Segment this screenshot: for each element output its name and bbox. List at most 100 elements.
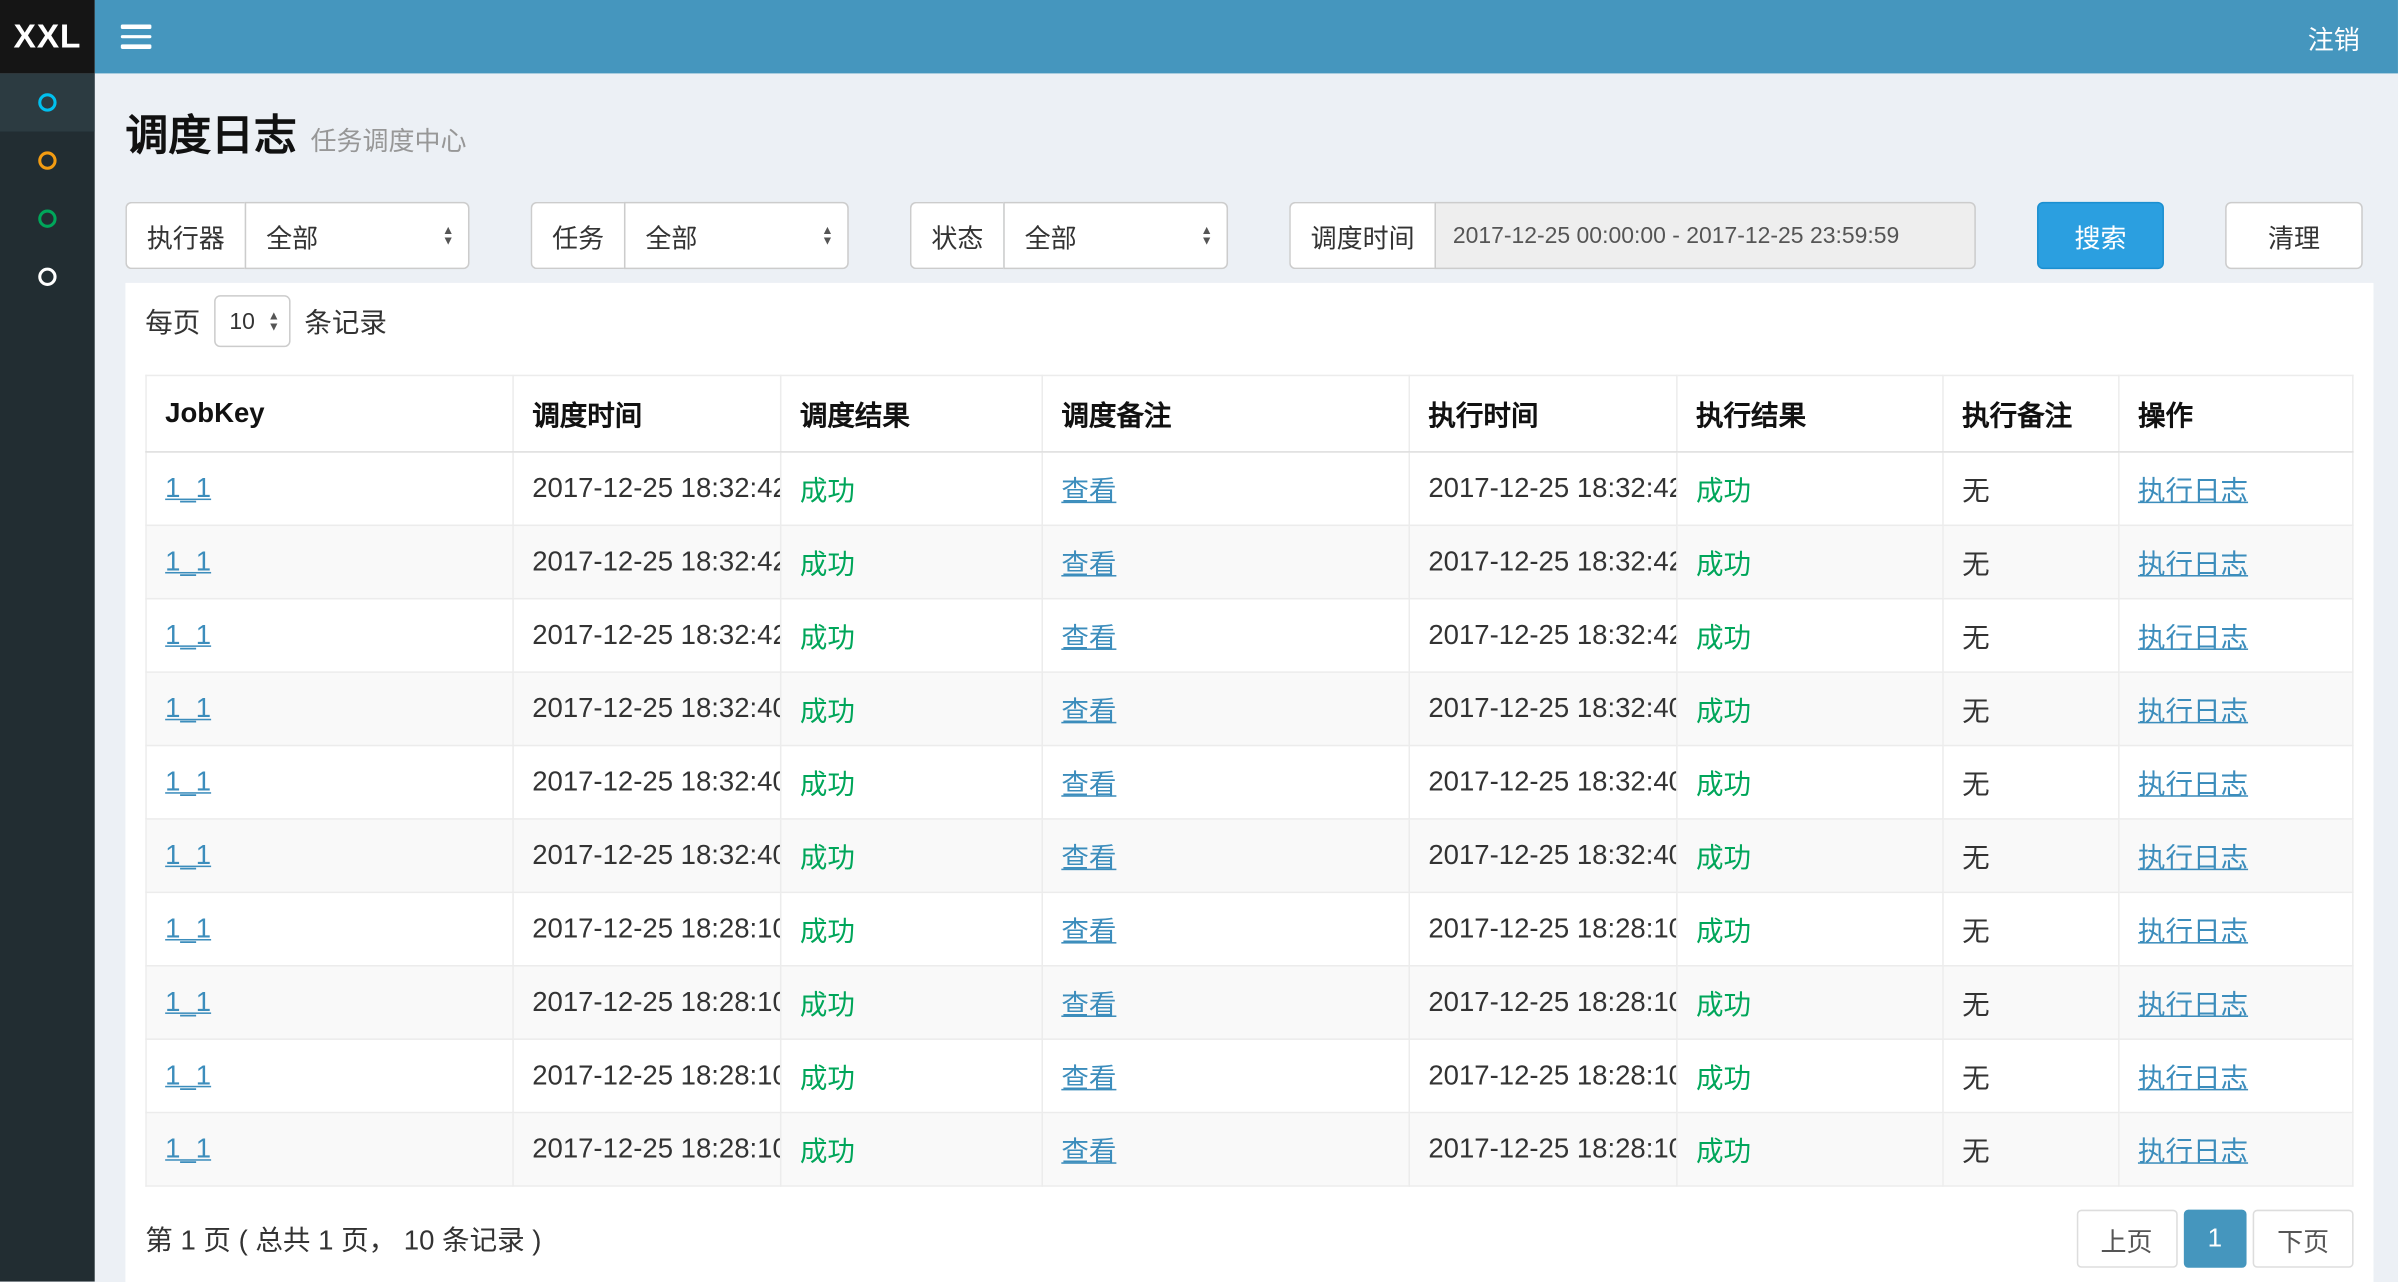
jobkey-link[interactable]: 1_1	[165, 693, 211, 724]
table-row: 1_1 2017-12-25 18:32:40 成功 查看 2017-12-25…	[146, 672, 2353, 745]
trigger-msg-link[interactable]: 查看	[1061, 842, 1116, 873]
trigger-msg-link[interactable]: 查看	[1061, 989, 1116, 1020]
sidebar-item-2[interactable]	[0, 132, 95, 190]
column-header[interactable]: 调度备注	[1042, 375, 1409, 451]
trigger-msg-link[interactable]: 查看	[1061, 768, 1116, 799]
jobkey-link[interactable]: 1_1	[165, 473, 211, 504]
prev-page-button[interactable]: 上页	[2076, 1210, 2177, 1268]
page-size-row: 每页 10 ▲▼ 条记录	[145, 295, 2353, 347]
trigger-msg-link[interactable]: 查看	[1061, 622, 1116, 653]
trigger-msg-link[interactable]: 查看	[1061, 695, 1116, 726]
trigger-msg-cell: 查看	[1042, 452, 1409, 525]
sidebar-item-1[interactable]	[0, 73, 95, 131]
handle-result-cell: 成功	[1677, 819, 1943, 892]
log-table-box: 每页 10 ▲▼ 条记录 JobKey调度时间调度结果调度备注执行时间执行结果执…	[125, 283, 2373, 1282]
jobkey-cell: 1_1	[146, 452, 513, 525]
jobkey-link[interactable]: 1_1	[165, 766, 211, 797]
handle-time-cell: 2017-12-25 18:32:40	[1409, 819, 1677, 892]
job-select[interactable]: 全部 ▲▼	[624, 202, 849, 269]
table-row: 1_1 2017-12-25 18:32:42 成功 查看 2017-12-25…	[146, 599, 2353, 672]
column-header[interactable]: 调度结果	[781, 375, 1043, 451]
handle-msg-cell: 无	[1943, 599, 2119, 672]
jobkey-link[interactable]: 1_1	[165, 546, 211, 577]
action-cell: 执行日志	[2119, 819, 2353, 892]
exec-log-link[interactable]: 执行日志	[2138, 548, 2248, 579]
pagination: 上页 1 下页	[2076, 1210, 2354, 1268]
trigger-time-cell: 2017-12-25 18:32:40	[513, 672, 781, 745]
jobkey-link[interactable]: 1_1	[165, 840, 211, 871]
trigger-time-cell: 2017-12-25 18:32:40	[513, 746, 781, 819]
handle-msg-cell: 无	[1943, 1113, 2119, 1186]
trigger-msg-link[interactable]: 查看	[1061, 475, 1116, 506]
handle-msg-cell: 无	[1943, 966, 2119, 1039]
exec-log-link[interactable]: 执行日志	[2138, 1136, 2248, 1167]
handle-result-cell: 成功	[1677, 672, 1943, 745]
handle-time-cell: 2017-12-25 18:32:42	[1409, 599, 1677, 672]
jobkey-link[interactable]: 1_1	[165, 1060, 211, 1091]
trigger-msg-cell: 查看	[1042, 746, 1409, 819]
trigger-time-cell: 2017-12-25 18:28:10	[513, 1039, 781, 1112]
jobkey-link[interactable]: 1_1	[165, 619, 211, 650]
handle-result-cell: 成功	[1677, 746, 1943, 819]
executor-select[interactable]: 全部 ▲▼	[245, 202, 470, 269]
trigger-msg-link[interactable]: 查看	[1061, 915, 1116, 946]
sidebar-item-3[interactable]	[0, 190, 95, 248]
action-cell: 执行日志	[2119, 746, 2353, 819]
status-select-value: 全部	[1025, 216, 1077, 254]
exec-log-link[interactable]: 执行日志	[2138, 989, 2248, 1020]
page-1-button[interactable]: 1	[2183, 1210, 2246, 1268]
column-header[interactable]: 操作	[2119, 375, 2353, 451]
page-size-value: 10	[229, 308, 255, 334]
handle-time-cell: 2017-12-25 18:32:42	[1409, 452, 1677, 525]
trigger-msg-cell: 查看	[1042, 525, 1409, 598]
jobkey-link[interactable]: 1_1	[165, 1133, 211, 1164]
table-row: 1_1 2017-12-25 18:32:40 成功 查看 2017-12-25…	[146, 746, 2353, 819]
app-logo[interactable]: XXL	[0, 0, 95, 73]
log-table-head: JobKey调度时间调度结果调度备注执行时间执行结果执行备注操作	[146, 375, 2353, 451]
table-row: 1_1 2017-12-25 18:28:10 成功 查看 2017-12-25…	[146, 1113, 2353, 1186]
trigger-result-cell: 成功	[781, 746, 1043, 819]
status-select[interactable]: 全部 ▲▼	[1003, 202, 1228, 269]
column-header[interactable]: JobKey	[146, 375, 513, 451]
clear-button[interactable]: 清理	[2225, 202, 2363, 269]
trigger-time-range-input[interactable]: 2017-12-25 00:00:00 - 2017-12-25 23:59:5…	[1434, 202, 1975, 269]
top-navbar: XXL 注销	[0, 0, 2398, 73]
exec-log-link[interactable]: 执行日志	[2138, 622, 2248, 653]
exec-log-link[interactable]: 执行日志	[2138, 768, 2248, 799]
table-row: 1_1 2017-12-25 18:32:42 成功 查看 2017-12-25…	[146, 452, 2353, 525]
trigger-msg-link[interactable]: 查看	[1061, 548, 1116, 579]
jobkey-cell: 1_1	[146, 1039, 513, 1112]
exec-log-link[interactable]: 执行日志	[2138, 1062, 2248, 1093]
navbar: 注销	[95, 0, 2398, 73]
jobkey-cell: 1_1	[146, 892, 513, 965]
jobkey-link[interactable]: 1_1	[165, 986, 211, 1017]
trigger-msg-link[interactable]: 查看	[1061, 1062, 1116, 1093]
exec-log-link[interactable]: 执行日志	[2138, 475, 2248, 506]
action-cell: 执行日志	[2119, 1113, 2353, 1186]
exec-log-link[interactable]: 执行日志	[2138, 842, 2248, 873]
exec-log-link[interactable]: 执行日志	[2138, 695, 2248, 726]
exec-log-link[interactable]: 执行日志	[2138, 915, 2248, 946]
column-header[interactable]: 执行时间	[1409, 375, 1677, 451]
trigger-time-cell: 2017-12-25 18:28:10	[513, 1113, 781, 1186]
page-title: 调度日志	[125, 112, 296, 159]
trigger-time-cell: 2017-12-25 18:32:40	[513, 819, 781, 892]
page-size-select[interactable]: 10 ▲▼	[214, 295, 290, 347]
column-header[interactable]: 调度时间	[513, 375, 781, 451]
handle-msg-cell: 无	[1943, 892, 2119, 965]
trigger-msg-link[interactable]: 查看	[1061, 1136, 1116, 1167]
next-page-button[interactable]: 下页	[2253, 1210, 2354, 1268]
sidebar-item-4[interactable]	[0, 248, 95, 306]
handle-result-cell: 成功	[1677, 525, 1943, 598]
action-cell: 执行日志	[2119, 966, 2353, 1039]
jobkey-cell: 1_1	[146, 525, 513, 598]
trigger-time-cell: 2017-12-25 18:32:42	[513, 599, 781, 672]
logout-link[interactable]: 注销	[2269, 0, 2397, 73]
search-button[interactable]: 搜索	[2037, 202, 2164, 269]
column-header[interactable]: 执行结果	[1677, 375, 1943, 451]
sidebar-toggle-button[interactable]	[101, 0, 171, 73]
handle-result-cell: 成功	[1677, 599, 1943, 672]
sidebar	[0, 73, 95, 1281]
column-header[interactable]: 执行备注	[1943, 375, 2119, 451]
jobkey-link[interactable]: 1_1	[165, 913, 211, 944]
